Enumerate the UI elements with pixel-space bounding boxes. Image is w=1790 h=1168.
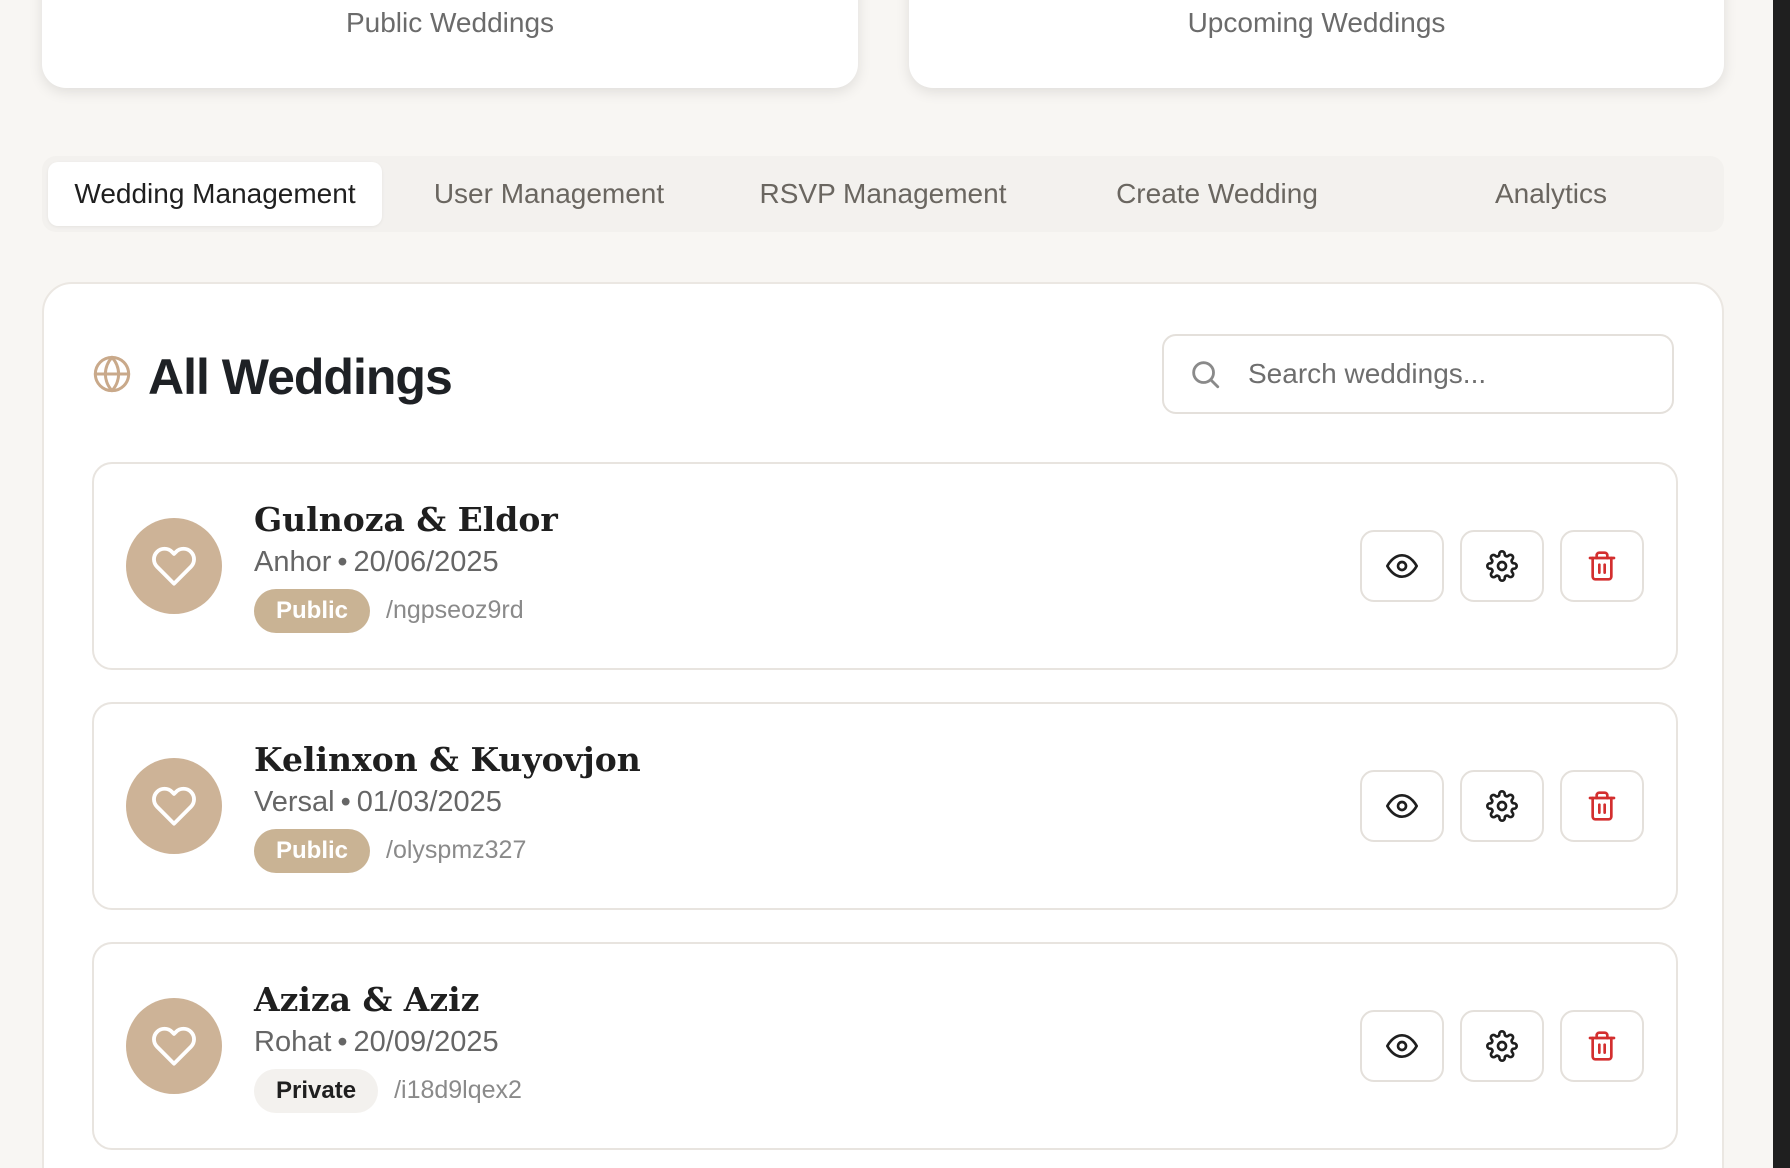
heart-icon bbox=[152, 546, 196, 586]
wedding-meta: Versal • 01/03/2025 bbox=[254, 786, 641, 819]
gear-icon bbox=[1486, 1030, 1518, 1062]
search-box bbox=[1162, 334, 1674, 414]
wedding-actions bbox=[1360, 770, 1644, 842]
wedding-slug: /olyspmz327 bbox=[386, 836, 527, 865]
stat-label-upcoming-weddings: Upcoming Weddings bbox=[1187, 7, 1446, 38]
wedding-date: 20/06/2025 bbox=[353, 545, 499, 578]
tab-create-wedding[interactable]: Create Wedding bbox=[1050, 162, 1384, 226]
settings-wedding-button[interactable] bbox=[1460, 770, 1544, 842]
wedding-avatar bbox=[126, 518, 222, 614]
view-wedding-button[interactable] bbox=[1360, 770, 1444, 842]
search-icon bbox=[1192, 361, 1220, 389]
page-title: All Weddings bbox=[148, 349, 453, 405]
eye-icon bbox=[1386, 554, 1418, 578]
stat-label-public-weddings: Public Weddings bbox=[345, 7, 555, 38]
eye-icon bbox=[1386, 794, 1418, 818]
wedding-date: 20/09/2025 bbox=[353, 1025, 499, 1058]
meta-separator: • bbox=[340, 785, 351, 818]
visibility-badge: Public bbox=[254, 588, 371, 633]
admin-tabs: Wedding Management User Management RSVP … bbox=[42, 156, 1724, 232]
panel-header: All Weddings bbox=[92, 334, 1674, 414]
wedding-venue: Versal bbox=[254, 785, 335, 818]
wedding-card: Gulnoza & Eldor Anhor • 20/06/2025 Public … bbox=[92, 462, 1678, 670]
eye-icon bbox=[1386, 1034, 1418, 1058]
wedding-name: Kelinxon & Kuyovjon bbox=[254, 740, 641, 779]
wedding-venue: Rohat bbox=[254, 1025, 332, 1058]
settings-wedding-button[interactable] bbox=[1460, 1010, 1544, 1082]
meta-separator: • bbox=[337, 545, 348, 578]
trash-icon bbox=[1588, 551, 1616, 581]
wedding-tags: Public /ngpseoz9rd bbox=[254, 588, 558, 633]
wedding-actions bbox=[1360, 530, 1644, 602]
settings-wedding-button[interactable] bbox=[1460, 530, 1544, 602]
tab-user-management[interactable]: User Management bbox=[382, 162, 716, 226]
visibility-badge: Private bbox=[254, 1068, 379, 1113]
all-weddings-panel: All Weddings Gulnoza & Eldor Anhor•20/06… bbox=[42, 282, 1724, 1168]
wedding-meta: Anhor • 20/06/2025 bbox=[254, 546, 558, 579]
wedding-info: Kelinxon & Kuyovjon Versal • 01/03/2025 Pu… bbox=[254, 740, 641, 873]
window-edge bbox=[1773, 0, 1790, 1168]
wedding-slug: /ngpseoz9rd bbox=[386, 596, 524, 625]
wedding-info: Gulnoza & Eldor Anhor • 20/06/2025 Public … bbox=[254, 500, 558, 633]
delete-wedding-button[interactable] bbox=[1560, 770, 1644, 842]
wedding-slug: /i18d9lqex2 bbox=[394, 1076, 522, 1105]
trash-icon bbox=[1588, 1031, 1616, 1061]
tab-analytics[interactable]: Analytics bbox=[1384, 162, 1718, 226]
wedding-date: 01/03/2025 bbox=[356, 785, 502, 818]
gear-icon bbox=[1486, 550, 1518, 582]
delete-wedding-button[interactable] bbox=[1560, 1010, 1644, 1082]
view-wedding-button[interactable] bbox=[1360, 1010, 1444, 1082]
wedding-actions bbox=[1360, 1010, 1644, 1082]
trash-icon bbox=[1588, 791, 1616, 821]
heart-icon bbox=[152, 1026, 196, 1066]
visibility-badge: Public bbox=[254, 828, 371, 873]
wedding-card: Aziza & Aziz Rohat • 20/09/2025 Private /i… bbox=[92, 942, 1678, 1150]
wedding-tags: Public /olyspmz327 bbox=[254, 828, 641, 873]
wedding-info: Aziza & Aziz Rohat • 20/09/2025 Private /i… bbox=[254, 980, 522, 1113]
wedding-name: Gulnoza & Eldor bbox=[254, 500, 558, 539]
stat-card-public-weddings: Public Weddings bbox=[42, 0, 858, 88]
wedding-meta: Rohat • 20/09/2025 bbox=[254, 1026, 522, 1059]
heart-icon bbox=[152, 786, 196, 826]
meta-separator: • bbox=[337, 1025, 348, 1058]
delete-wedding-button[interactable] bbox=[1560, 530, 1644, 602]
gear-icon bbox=[1486, 790, 1518, 822]
wedding-avatar bbox=[126, 998, 222, 1094]
wedding-name: Aziza & Aziz bbox=[254, 980, 480, 1019]
tab-rsvp-management[interactable]: RSVP Management bbox=[716, 162, 1050, 226]
wedding-avatar bbox=[126, 758, 222, 854]
tab-wedding-management[interactable]: Wedding Management bbox=[48, 162, 382, 226]
stat-card-upcoming-weddings: Upcoming Weddings bbox=[909, 0, 1724, 88]
wedding-card: Kelinxon & Kuyovjon Versal • 01/03/2025 Pu… bbox=[92, 702, 1678, 910]
view-wedding-button[interactable] bbox=[1360, 530, 1444, 602]
globe-icon bbox=[93, 355, 131, 393]
search-input[interactable] bbox=[1248, 358, 1648, 390]
wedding-tags: Private /i18d9lqex2 bbox=[254, 1068, 522, 1113]
wedding-venue: Anhor bbox=[254, 545, 332, 578]
wedding-list: Gulnoza & Eldor Anhor • 20/06/2025 Public … bbox=[92, 462, 1678, 1168]
